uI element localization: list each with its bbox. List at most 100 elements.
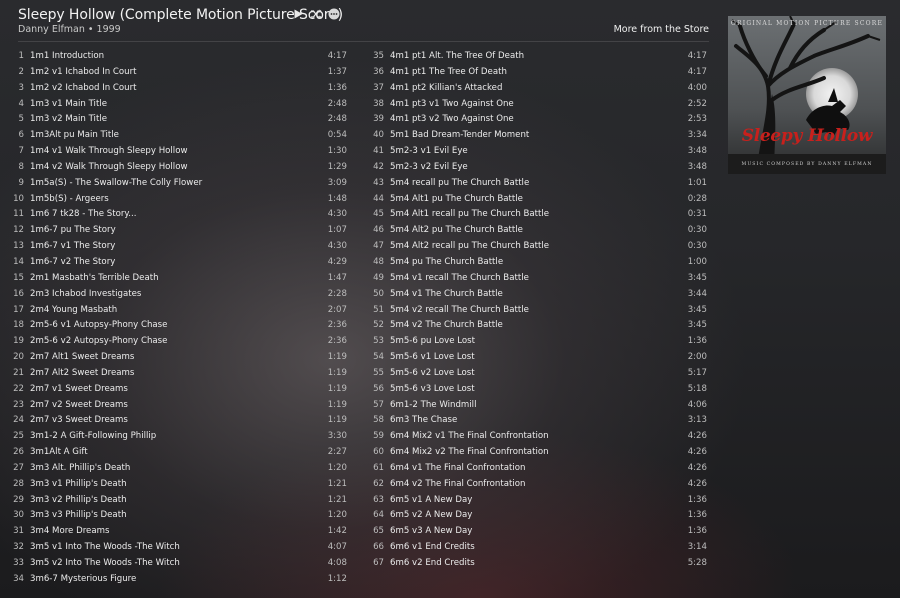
track-title: 5m2-3 v2 Evil Eye: [390, 161, 468, 172]
track-row[interactable]: 62 6m4 v2 The Final Confrontation 4:26: [367, 477, 707, 493]
track-row[interactable]: 63 6m5 v1 A New Day 1:36: [367, 493, 707, 509]
track-row[interactable]: 12 1m6-7 pu The Story 1:07: [7, 223, 347, 239]
track-row[interactable]: 10 1m5b(S) - Argeers 1:48: [7, 192, 347, 208]
track-number: 53: [373, 336, 384, 347]
track-row[interactable]: 8 1m4 v2 Walk Through Sleepy Hollow 1:29: [7, 160, 347, 176]
track-title: 5m1 Bad Dream-Tender Moment: [390, 130, 530, 141]
play-icon[interactable]: [292, 8, 304, 20]
shuffle-icon[interactable]: [310, 8, 322, 20]
track-row[interactable]: 59 6m4 Mix2 v1 The Final Confrontation 4:2…: [367, 429, 707, 445]
track-row[interactable]: 28 3m3 v1 Phillip's Death 1:21: [7, 477, 347, 493]
track-row[interactable]: 25 3m1-2 A Gift-Following Phillip 3:30: [7, 429, 347, 445]
track-duration: 4:30: [327, 241, 347, 252]
track-row[interactable]: 45 5m4 Alt1 recall pu The Church Battle 0:…: [367, 207, 707, 223]
track-title: 3m3 Alt. Phillip's Death: [30, 462, 131, 473]
track-row[interactable]: 19 2m5-6 v2 Autopsy-Phony Chase 2:36: [7, 334, 347, 350]
track-number: 50: [373, 288, 384, 299]
track-row[interactable]: 66 6m6 v1 End Credits 3:14: [367, 540, 707, 556]
more-options-icon[interactable]: [328, 8, 340, 20]
track-row[interactable]: 37 4m1 pt2 Killian's Attacked 4:00: [367, 81, 707, 97]
track-duration: 0:28: [687, 193, 707, 204]
track-row[interactable]: 41 5m2-3 v1 Evil Eye 3:48: [367, 144, 707, 160]
track-title: 5m4 Alt1 recall pu The Church Battle: [390, 209, 550, 220]
track-row[interactable]: 49 5m4 v1 recall The Church Battle 3:45: [367, 271, 707, 287]
track-title: 5m4 Alt2 pu The Church Battle: [390, 225, 523, 236]
track-row[interactable]: 7 1m4 v1 Walk Through Sleepy Hollow 1:30: [7, 144, 347, 160]
track-row[interactable]: 5 1m3 v2 Main Title 2:48: [7, 112, 347, 128]
track-row[interactable]: 24 2m7 v3 Sweet Dreams 1:19: [7, 413, 347, 429]
track-row[interactable]: 30 3m3 v3 Phillip's Death 1:20: [7, 508, 347, 524]
track-duration: 0:54: [327, 130, 347, 141]
track-row[interactable]: 26 3m1Alt A Gift 2:27: [7, 445, 347, 461]
track-row[interactable]: 21 2m7 Alt2 Sweet Dreams 1:19: [7, 366, 347, 382]
track-duration: 3:44: [687, 288, 707, 299]
track-row[interactable]: 17 2m4 Young Masbath 2:07: [7, 303, 347, 319]
track-row[interactable]: 11 1m6 7 tk28 - The Story... 4:30: [7, 207, 347, 223]
track-row[interactable]: 54 5m5-6 v1 Love Lost 2:00: [367, 350, 707, 366]
track-title: 5m4 Alt1 pu The Church Battle: [390, 193, 523, 204]
track-row[interactable]: 9 1m5a(S) - The Swallow-The Colly Flower 3…: [7, 176, 347, 192]
track-row[interactable]: 42 5m2-3 v2 Evil Eye 3:48: [367, 160, 707, 176]
track-row[interactable]: 29 3m3 v2 Phillip's Death 1:21: [7, 493, 347, 509]
track-row[interactable]: 56 5m5-6 v3 Love Lost 5:18: [367, 382, 707, 398]
track-row[interactable]: 33 3m5 v2 Into The Woods -The Witch 4:08: [7, 556, 347, 572]
track-row[interactable]: 1 1m1 Introduction 4:17: [7, 49, 347, 65]
track-row[interactable]: 46 5m4 Alt2 pu The Church Battle 0:30: [367, 223, 707, 239]
track-row[interactable]: 57 6m1-2 The Windmill 4:06: [367, 398, 707, 414]
track-number: 36: [373, 66, 384, 77]
track-row[interactable]: 44 5m4 Alt1 pu The Church Battle 0:28: [367, 192, 707, 208]
track-row[interactable]: 31 3m4 More Dreams 1:42: [7, 524, 347, 540]
track-row[interactable]: 35 4m1 pt1 Alt. The Tree Of Death 4:17: [367, 49, 707, 65]
track-row[interactable]: 13 1m6-7 v1 The Story 4:30: [7, 239, 347, 255]
track-row[interactable]: 48 5m4 pu The Church Battle 1:00: [367, 255, 707, 271]
track-row[interactable]: 34 3m6-7 Mysterious Figure 1:12: [7, 572, 347, 588]
track-number: 2: [18, 66, 24, 77]
track-number: 29: [13, 494, 24, 505]
track-row[interactable]: 20 2m7 Alt1 Sweet Dreams 1:19: [7, 350, 347, 366]
track-number: 8: [18, 161, 24, 172]
track-row[interactable]: 43 5m4 recall pu The Church Battle 1:01: [367, 176, 707, 192]
track-row[interactable]: 4 1m3 v1 Main Title 2:48: [7, 97, 347, 113]
track-row[interactable]: 58 6m3 The Chase 3:13: [367, 413, 707, 429]
track-row[interactable]: 39 4m1 pt3 v2 Two Against One 2:53: [367, 112, 707, 128]
track-row[interactable]: 23 2m7 v2 Sweet Dreams 1:19: [7, 398, 347, 414]
track-duration: 1:37: [327, 66, 347, 77]
track-row[interactable]: 50 5m4 v1 The Church Battle 3:44: [367, 287, 707, 303]
track-row[interactable]: 36 4m1 pt1 The Tree Of Death 4:17: [367, 65, 707, 81]
track-row[interactable]: 61 6m4 v1 The Final Confrontation 4:26: [367, 461, 707, 477]
track-number: 14: [13, 256, 24, 267]
track-duration: 1:21: [327, 478, 347, 489]
track-row[interactable]: 2 1m2 v1 Ichabod In Court 1:37: [7, 65, 347, 81]
track-row[interactable]: 27 3m3 Alt. Phillip's Death 1:20: [7, 461, 347, 477]
track-number: 63: [373, 494, 384, 505]
track-duration: 1:36: [687, 494, 707, 505]
track-number: 22: [13, 383, 24, 394]
track-title: 5m5-6 v2 Love Lost: [390, 367, 475, 378]
track-row[interactable]: 67 6m6 v2 End Credits 5:28: [367, 556, 707, 572]
track-row[interactable]: 65 6m5 v3 A New Day 1:36: [367, 524, 707, 540]
track-title: 2m3 Ichabod Investigates: [30, 288, 142, 299]
track-title: 1m2 v2 Ichabod In Court: [30, 82, 137, 93]
track-row[interactable]: 52 5m4 v2 The Church Battle 3:45: [367, 318, 707, 334]
track-row[interactable]: 15 2m1 Masbath's Terrible Death 1:47: [7, 271, 347, 287]
more-from-store-link[interactable]: More from the Store: [614, 24, 709, 35]
track-row[interactable]: 60 6m4 Mix2 v2 The Final Confrontation 4:2…: [367, 445, 707, 461]
track-row[interactable]: 16 2m3 Ichabod Investigates 2:28: [7, 287, 347, 303]
track-row[interactable]: 51 5m4 v2 recall The Church Battle 3:45: [367, 303, 707, 319]
track-row[interactable]: 47 5m4 Alt2 recall pu The Church Battle 0:…: [367, 239, 707, 255]
track-row[interactable]: 53 5m5-6 pu Love Lost 1:36: [367, 334, 707, 350]
album-artwork[interactable]: ORIGINAL MOTION PICTURE SCORE Sleepy Hol…: [728, 16, 886, 174]
track-row[interactable]: 64 6m5 v2 A New Day 1:36: [367, 508, 707, 524]
track-row[interactable]: 6 1m3Alt pu Main Title 0:54: [7, 128, 347, 144]
track-row[interactable]: 40 5m1 Bad Dream-Tender Moment 3:34: [367, 128, 707, 144]
track-row[interactable]: 32 3m5 v1 Into The Woods -The Witch 4:07: [7, 540, 347, 556]
track-row[interactable]: 14 1m6-7 v2 The Story 4:29: [7, 255, 347, 271]
track-title: 6m6 v2 End Credits: [390, 558, 475, 568]
track-duration: 4:07: [327, 542, 347, 553]
track-row[interactable]: 55 5m5-6 v2 Love Lost 5:17: [367, 366, 707, 382]
track-row[interactable]: 3 1m2 v2 Ichabod In Court 1:36: [7, 81, 347, 97]
track-title: 3m5 v2 Into The Woods -The Witch: [30, 558, 180, 568]
track-row[interactable]: 18 2m5-6 v1 Autopsy-Phony Chase 2:36: [7, 318, 347, 334]
track-row[interactable]: 38 4m1 pt3 v1 Two Against One 2:52: [367, 97, 707, 113]
track-row[interactable]: 22 2m7 v1 Sweet Dreams 1:19: [7, 382, 347, 398]
